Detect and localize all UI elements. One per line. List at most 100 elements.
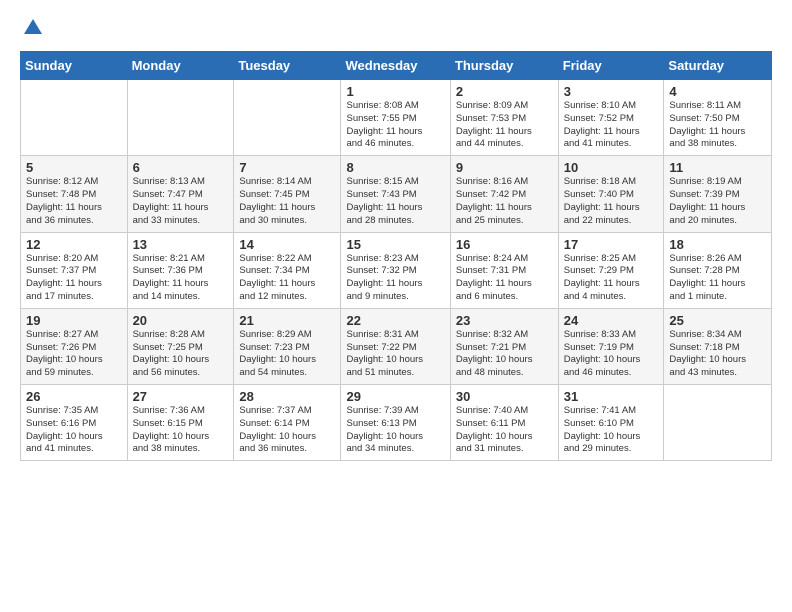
- day-number: 5: [26, 160, 122, 175]
- calendar-cell: [664, 385, 772, 461]
- calendar-cell: 1Sunrise: 8:08 AM Sunset: 7:55 PM Daylig…: [341, 80, 450, 156]
- weekday-header-row: SundayMondayTuesdayWednesdayThursdayFrid…: [21, 52, 772, 80]
- calendar-cell: 26Sunrise: 7:35 AM Sunset: 6:16 PM Dayli…: [21, 385, 128, 461]
- calendar-cell: 22Sunrise: 8:31 AM Sunset: 7:22 PM Dayli…: [341, 308, 450, 384]
- day-number: 30: [456, 389, 553, 404]
- calendar-cell: [234, 80, 341, 156]
- day-info: Sunrise: 8:25 AM Sunset: 7:29 PM Dayligh…: [564, 253, 659, 304]
- calendar-cell: 9Sunrise: 8:16 AM Sunset: 7:42 PM Daylig…: [450, 156, 558, 232]
- day-number: 15: [346, 237, 444, 252]
- calendar-cell: 11Sunrise: 8:19 AM Sunset: 7:39 PM Dayli…: [664, 156, 772, 232]
- day-info: Sunrise: 8:14 AM Sunset: 7:45 PM Dayligh…: [239, 176, 335, 227]
- calendar-cell: 8Sunrise: 8:15 AM Sunset: 7:43 PM Daylig…: [341, 156, 450, 232]
- calendar-cell: 2Sunrise: 8:09 AM Sunset: 7:53 PM Daylig…: [450, 80, 558, 156]
- weekday-header: Monday: [127, 52, 234, 80]
- page: SundayMondayTuesdayWednesdayThursdayFrid…: [0, 0, 792, 471]
- weekday-header: Wednesday: [341, 52, 450, 80]
- day-info: Sunrise: 8:15 AM Sunset: 7:43 PM Dayligh…: [346, 176, 444, 227]
- day-info: Sunrise: 8:33 AM Sunset: 7:19 PM Dayligh…: [564, 329, 659, 380]
- day-number: 6: [133, 160, 229, 175]
- calendar-cell: 10Sunrise: 8:18 AM Sunset: 7:40 PM Dayli…: [558, 156, 664, 232]
- calendar-cell: 29Sunrise: 7:39 AM Sunset: 6:13 PM Dayli…: [341, 385, 450, 461]
- day-number: 23: [456, 313, 553, 328]
- calendar-cell: 25Sunrise: 8:34 AM Sunset: 7:18 PM Dayli…: [664, 308, 772, 384]
- calendar-body: 1Sunrise: 8:08 AM Sunset: 7:55 PM Daylig…: [21, 80, 772, 461]
- day-number: 16: [456, 237, 553, 252]
- day-info: Sunrise: 8:09 AM Sunset: 7:53 PM Dayligh…: [456, 100, 553, 151]
- calendar-cell: [21, 80, 128, 156]
- day-info: Sunrise: 7:39 AM Sunset: 6:13 PM Dayligh…: [346, 405, 444, 456]
- weekday-header: Saturday: [664, 52, 772, 80]
- calendar: SundayMondayTuesdayWednesdayThursdayFrid…: [20, 51, 772, 461]
- day-number: 24: [564, 313, 659, 328]
- day-info: Sunrise: 8:08 AM Sunset: 7:55 PM Dayligh…: [346, 100, 444, 151]
- day-info: Sunrise: 8:28 AM Sunset: 7:25 PM Dayligh…: [133, 329, 229, 380]
- calendar-cell: 23Sunrise: 8:32 AM Sunset: 7:21 PM Dayli…: [450, 308, 558, 384]
- calendar-cell: 3Sunrise: 8:10 AM Sunset: 7:52 PM Daylig…: [558, 80, 664, 156]
- day-info: Sunrise: 8:27 AM Sunset: 7:26 PM Dayligh…: [26, 329, 122, 380]
- day-number: 7: [239, 160, 335, 175]
- weekday-header: Tuesday: [234, 52, 341, 80]
- day-number: 20: [133, 313, 229, 328]
- day-info: Sunrise: 8:11 AM Sunset: 7:50 PM Dayligh…: [669, 100, 766, 151]
- calendar-cell: 15Sunrise: 8:23 AM Sunset: 7:32 PM Dayli…: [341, 232, 450, 308]
- day-number: 26: [26, 389, 122, 404]
- calendar-cell: 16Sunrise: 8:24 AM Sunset: 7:31 PM Dayli…: [450, 232, 558, 308]
- day-number: 2: [456, 84, 553, 99]
- logo-icon: [22, 16, 44, 38]
- day-number: 13: [133, 237, 229, 252]
- day-number: 27: [133, 389, 229, 404]
- calendar-cell: [127, 80, 234, 156]
- day-number: 29: [346, 389, 444, 404]
- calendar-cell: 17Sunrise: 8:25 AM Sunset: 7:29 PM Dayli…: [558, 232, 664, 308]
- day-info: Sunrise: 8:29 AM Sunset: 7:23 PM Dayligh…: [239, 329, 335, 380]
- day-info: Sunrise: 8:34 AM Sunset: 7:18 PM Dayligh…: [669, 329, 766, 380]
- day-info: Sunrise: 8:20 AM Sunset: 7:37 PM Dayligh…: [26, 253, 122, 304]
- day-info: Sunrise: 7:36 AM Sunset: 6:15 PM Dayligh…: [133, 405, 229, 456]
- day-info: Sunrise: 8:23 AM Sunset: 7:32 PM Dayligh…: [346, 253, 444, 304]
- weekday-header: Friday: [558, 52, 664, 80]
- calendar-week-row: 19Sunrise: 8:27 AM Sunset: 7:26 PM Dayli…: [21, 308, 772, 384]
- day-number: 1: [346, 84, 444, 99]
- day-info: Sunrise: 8:31 AM Sunset: 7:22 PM Dayligh…: [346, 329, 444, 380]
- calendar-week-row: 12Sunrise: 8:20 AM Sunset: 7:37 PM Dayli…: [21, 232, 772, 308]
- day-number: 18: [669, 237, 766, 252]
- day-info: Sunrise: 8:21 AM Sunset: 7:36 PM Dayligh…: [133, 253, 229, 304]
- calendar-cell: 19Sunrise: 8:27 AM Sunset: 7:26 PM Dayli…: [21, 308, 128, 384]
- calendar-cell: 18Sunrise: 8:26 AM Sunset: 7:28 PM Dayli…: [664, 232, 772, 308]
- day-number: 9: [456, 160, 553, 175]
- day-number: 11: [669, 160, 766, 175]
- calendar-cell: 6Sunrise: 8:13 AM Sunset: 7:47 PM Daylig…: [127, 156, 234, 232]
- calendar-week-row: 26Sunrise: 7:35 AM Sunset: 6:16 PM Dayli…: [21, 385, 772, 461]
- day-info: Sunrise: 8:16 AM Sunset: 7:42 PM Dayligh…: [456, 176, 553, 227]
- calendar-cell: 24Sunrise: 8:33 AM Sunset: 7:19 PM Dayli…: [558, 308, 664, 384]
- day-info: Sunrise: 7:40 AM Sunset: 6:11 PM Dayligh…: [456, 405, 553, 456]
- day-info: Sunrise: 8:10 AM Sunset: 7:52 PM Dayligh…: [564, 100, 659, 151]
- calendar-cell: 27Sunrise: 7:36 AM Sunset: 6:15 PM Dayli…: [127, 385, 234, 461]
- day-number: 3: [564, 84, 659, 99]
- day-number: 31: [564, 389, 659, 404]
- header: [20, 16, 772, 43]
- day-info: Sunrise: 8:12 AM Sunset: 7:48 PM Dayligh…: [26, 176, 122, 227]
- logo-general-text: [20, 22, 44, 42]
- calendar-cell: 20Sunrise: 8:28 AM Sunset: 7:25 PM Dayli…: [127, 308, 234, 384]
- day-number: 22: [346, 313, 444, 328]
- calendar-cell: 28Sunrise: 7:37 AM Sunset: 6:14 PM Dayli…: [234, 385, 341, 461]
- day-number: 8: [346, 160, 444, 175]
- calendar-cell: 21Sunrise: 8:29 AM Sunset: 7:23 PM Dayli…: [234, 308, 341, 384]
- calendar-cell: 31Sunrise: 7:41 AM Sunset: 6:10 PM Dayli…: [558, 385, 664, 461]
- day-info: Sunrise: 8:26 AM Sunset: 7:28 PM Dayligh…: [669, 253, 766, 304]
- calendar-cell: 14Sunrise: 8:22 AM Sunset: 7:34 PM Dayli…: [234, 232, 341, 308]
- day-info: Sunrise: 7:37 AM Sunset: 6:14 PM Dayligh…: [239, 405, 335, 456]
- day-info: Sunrise: 8:19 AM Sunset: 7:39 PM Dayligh…: [669, 176, 766, 227]
- day-number: 19: [26, 313, 122, 328]
- day-number: 25: [669, 313, 766, 328]
- weekday-header: Sunday: [21, 52, 128, 80]
- day-info: Sunrise: 8:13 AM Sunset: 7:47 PM Dayligh…: [133, 176, 229, 227]
- calendar-cell: 30Sunrise: 7:40 AM Sunset: 6:11 PM Dayli…: [450, 385, 558, 461]
- calendar-cell: 4Sunrise: 8:11 AM Sunset: 7:50 PM Daylig…: [664, 80, 772, 156]
- weekday-header: Thursday: [450, 52, 558, 80]
- calendar-cell: 7Sunrise: 8:14 AM Sunset: 7:45 PM Daylig…: [234, 156, 341, 232]
- day-number: 4: [669, 84, 766, 99]
- day-number: 28: [239, 389, 335, 404]
